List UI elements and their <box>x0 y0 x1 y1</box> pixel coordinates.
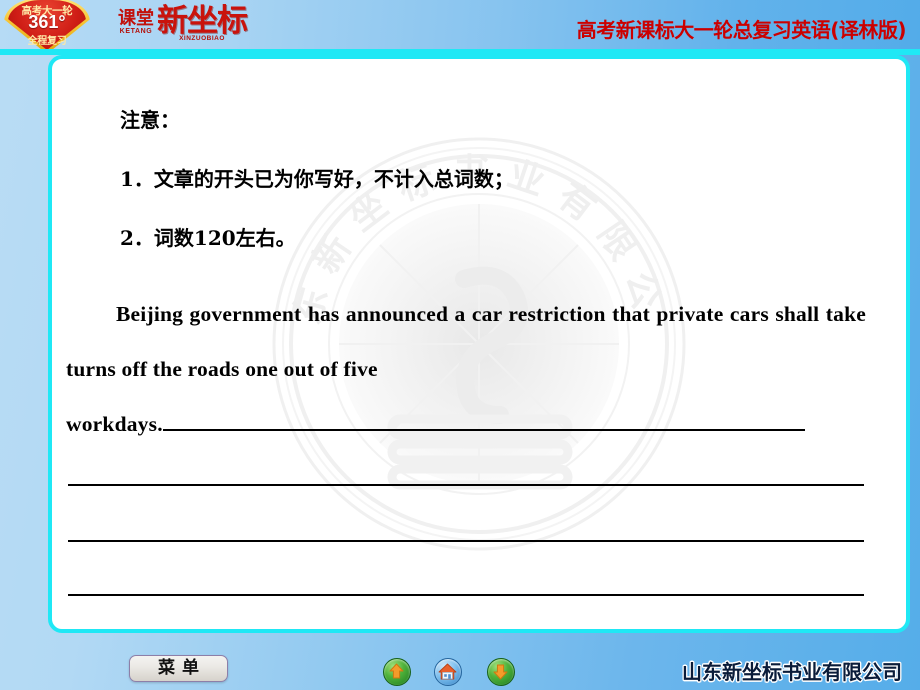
course-badge: 高考大一轮 361° 全程复习 <box>4 0 90 54</box>
badge-line-2: 361° <box>28 12 66 32</box>
slide-canvas: 高考大一轮 361° 全程复习 课堂 KETANG 新坐标 XINZUOBIAO… <box>0 0 920 690</box>
essay-last-line: workdays. <box>66 397 866 452</box>
brand-ketang-group: 课堂 KETANG <box>118 5 154 36</box>
home-icon <box>438 663 457 680</box>
content-panel: 山东新坐标书业有限公司 注意： 1．文章的开头已为你写好，不计入总词数； 2．词… <box>48 55 910 633</box>
notice-heading: 注意： <box>120 108 180 132</box>
down-arrow-icon <box>493 664 508 680</box>
home-slide-button[interactable] <box>434 658 462 686</box>
brand-xinzuobiao-pinyin: XINZUOBIAO <box>179 35 225 42</box>
notice-item-2: 2．词数120左右。 <box>120 226 296 250</box>
essay-opening-paragraph: Beijing government has announced a car r… <box>66 287 866 507</box>
answer-blank-line-1[interactable] <box>68 484 864 486</box>
badge-line-3: 全程复习 <box>27 36 67 47</box>
slide-header: 高考大一轮 361° 全程复习 课堂 KETANG 新坐标 XINZUOBIAO… <box>0 0 920 54</box>
brand-xinzuobiao-group: 新坐标 XINZUOBIAO <box>157 3 248 43</box>
essay-opening-text: Beijing government has announced a car r… <box>66 302 866 381</box>
menu-button[interactable]: 菜单 <box>129 655 228 682</box>
brand-xinzuobiao-text: 新坐标 <box>157 3 248 39</box>
company-name: 山东新坐标书业有限公司 <box>682 660 902 684</box>
next-slide-button[interactable] <box>487 658 515 686</box>
page-title: 高考新课标大一轮总复习英语(译林版) <box>576 18 907 42</box>
brand-logo: 课堂 KETANG 新坐标 XINZUOBIAO <box>118 3 248 49</box>
essay-last-word: workdays. <box>66 412 163 436</box>
up-arrow-icon <box>389 663 404 679</box>
answer-blank-line-2[interactable] <box>68 540 864 542</box>
answer-blank-inline[interactable] <box>162 408 805 431</box>
answer-blank-line-3[interactable] <box>68 594 864 596</box>
previous-slide-button[interactable] <box>383 658 411 686</box>
notice-item-1: 1．文章的开头已为你写好，不计入总词数； <box>120 167 514 191</box>
brand-ketang-pinyin: KETANG <box>119 28 153 35</box>
brand-ketang-text: 课堂 <box>118 8 154 29</box>
